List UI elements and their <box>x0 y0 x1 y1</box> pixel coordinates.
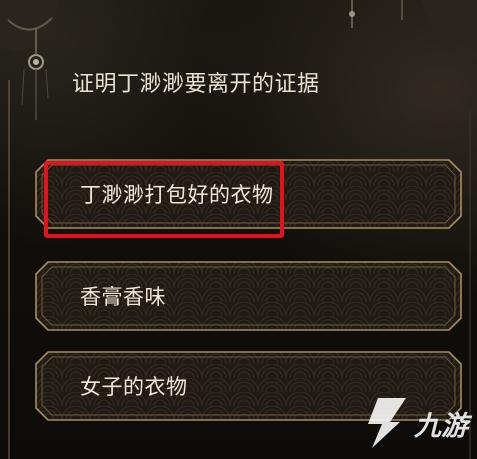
nine-game-logo-icon <box>368 398 406 448</box>
watermark-text: 九游 <box>414 411 468 442</box>
question-title: 证明丁渺渺要离开的证据 <box>72 72 320 97</box>
watermark: 九游 <box>356 392 472 452</box>
answer-option-label: 香膏香味 <box>80 285 166 309</box>
answer-option-2[interactable]: 香膏香味 <box>34 260 463 332</box>
highlight-box <box>44 161 284 238</box>
game-scene-background: 证明丁渺渺要离开的证据 丁渺渺打包好的衣物 香膏香味 女子的衣物 九游 <box>0 0 477 459</box>
answer-option-label: 女子的衣物 <box>80 375 188 399</box>
